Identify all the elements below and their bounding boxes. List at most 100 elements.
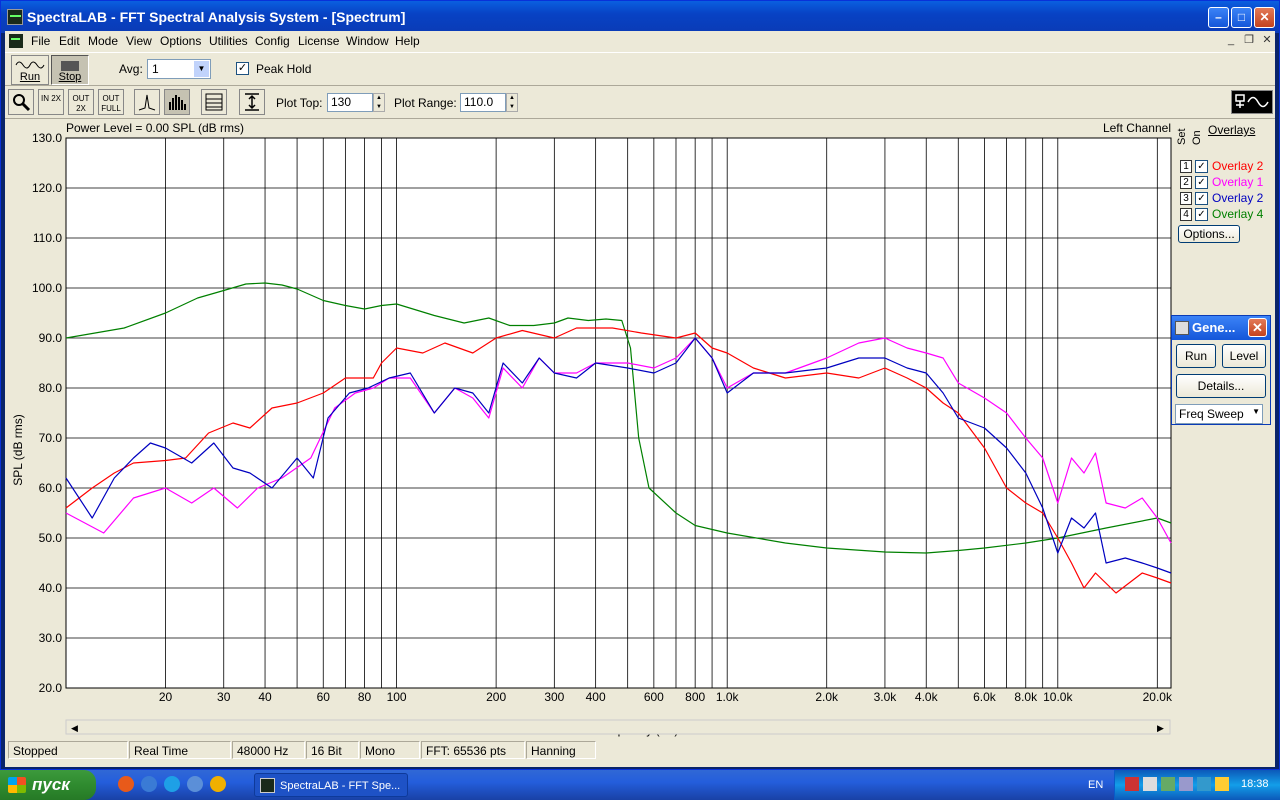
overlay-set-button[interactable]: 3 <box>1180 192 1192 205</box>
chevron-down-icon[interactable]: ▼ <box>1252 407 1260 416</box>
taskbar: пуск SpectraLAB - FFT Spe... EN 18:38 <box>0 770 1280 800</box>
mdi-restore-icon[interactable]: ❐ <box>1241 33 1257 48</box>
generator-toggle-button[interactable] <box>1231 90 1273 114</box>
menu-edit[interactable]: Edit <box>59 34 80 48</box>
overlay-on-checkbox[interactable]: ✓ <box>1195 192 1208 205</box>
menu-license[interactable]: License <box>298 34 339 48</box>
generator-level-button[interactable]: Level <box>1222 344 1266 368</box>
network-icon[interactable] <box>1161 777 1175 791</box>
zoom-out-button[interactable]: OUT 2X <box>68 89 94 115</box>
generator-details-button[interactable]: Details... <box>1176 374 1266 398</box>
channel-label: Left Channel <box>1103 121 1171 135</box>
power-level-readout: Power Level = 0.00 SPL (dB rms) <box>66 121 244 135</box>
chevron-down-icon[interactable]: ▼ <box>194 61 209 77</box>
status-bar: Stopped Real Time 48000 Hz 16 Bit Mono F… <box>5 739 1275 761</box>
zoom-in-button[interactable]: IN 2X <box>38 89 64 115</box>
scroll-right-icon[interactable]: ▶ <box>1157 723 1164 733</box>
vertical-scale-icon <box>245 93 259 111</box>
minimize-button[interactable]: – <box>1208 7 1229 28</box>
y-axis-title: SPL (dB rms) <box>11 414 25 486</box>
scroll-left-icon[interactable]: ◀ <box>71 723 78 733</box>
overlay-on-checkbox[interactable]: ✓ <box>1195 160 1208 173</box>
x-tick-label: 4.0k <box>915 690 939 704</box>
plot-range-spinner[interactable]: ▲ ▼ <box>506 93 518 112</box>
menu-utilities[interactable]: Utilities <box>209 34 248 48</box>
menu-file[interactable]: File <box>31 34 50 48</box>
maximize-button[interactable]: □ <box>1231 7 1252 28</box>
app-icon[interactable] <box>7 9 23 25</box>
taskbar-item-label: SpectraLAB - FFT Spe... <box>280 780 401 792</box>
menu-options[interactable]: Options <box>160 34 201 48</box>
close-icon[interactable]: ✕ <box>1248 318 1267 337</box>
zoom-tool-button[interactable] <box>8 89 34 115</box>
plot-toolbar: IN 2X OUT 2X OUT FULL Plot Top: 130 ▲ ▼ P… <box>5 87 1275 119</box>
auto-scale-button[interactable] <box>239 89 265 115</box>
sine-wave-icon <box>15 61 45 69</box>
internet-explorer-quicklaunch-icon[interactable] <box>164 776 180 792</box>
generator-window: Gene... ✕ Run Level Details... Freq Swee… <box>1171 315 1271 425</box>
volume-icon[interactable] <box>1143 777 1157 791</box>
generator-title-bar[interactable]: Gene... ✕ <box>1172 316 1270 340</box>
overlays-panel: Overlays Set On 1 ✓ Overlay 2 2 ✓ Overla… <box>1173 123 1273 243</box>
peak-hold-checkbox[interactable]: ✓ <box>236 62 249 75</box>
x-tick-label: 2.0k <box>815 690 839 704</box>
spectrum-plot-panel[interactable]: 20.0 30.0 40.0 50.0 60.0 70.0 80.0 90.0 100.0 110… <box>5 120 1275 750</box>
menu-help[interactable]: Help <box>395 34 420 48</box>
x-tick-label: 300 <box>544 690 564 704</box>
overlay-label: Overlay 1 <box>1212 175 1264 189</box>
tray-monitor-icon[interactable] <box>1197 777 1211 791</box>
x-tick-label: 800 <box>685 690 705 704</box>
avg-select[interactable]: 1 ▼ <box>147 59 211 79</box>
menu-window[interactable]: Window <box>346 34 389 48</box>
overlay-set-button[interactable]: 2 <box>1180 176 1192 189</box>
mdi-minimize-icon[interactable]: _ <box>1223 33 1239 48</box>
table-view-button[interactable] <box>201 89 227 115</box>
overlay-label: Overlay 2 <box>1212 159 1264 173</box>
y-tick-label: 40.0 <box>39 581 63 595</box>
tray-utility-icon[interactable] <box>1179 777 1193 791</box>
menu-view[interactable]: View <box>126 34 152 48</box>
generator-run-button[interactable]: Run <box>1176 344 1216 368</box>
line-graph-button[interactable] <box>134 89 160 115</box>
overlay-set-button[interactable]: 1 <box>1180 160 1192 173</box>
tray-security-icon[interactable] <box>1215 777 1229 791</box>
status-window-function: Hanning <box>526 741 596 759</box>
on-header: On <box>1191 130 1203 145</box>
x-tick-label: 200 <box>486 690 506 704</box>
menu-config[interactable]: Config <box>255 34 290 48</box>
plot-area[interactable] <box>65 137 1172 689</box>
desktop-quicklaunch-icon[interactable] <box>187 776 203 792</box>
zoom-in-label: IN 2X <box>40 94 61 103</box>
menu-mode[interactable]: Mode <box>88 34 118 48</box>
mdi-close-icon[interactable]: ✕ <box>1259 33 1275 48</box>
language-indicator[interactable]: EN <box>1088 779 1103 791</box>
y-tick-label: 90.0 <box>39 331 63 345</box>
media-player-quicklaunch-icon[interactable] <box>141 776 157 792</box>
stop-button[interactable]: Stop <box>51 55 89 85</box>
overlay-on-checkbox[interactable]: ✓ <box>1195 176 1208 189</box>
close-button[interactable]: ✕ <box>1254 7 1275 28</box>
run-button[interactable]: Run <box>11 55 49 85</box>
zoom-full-button[interactable]: OUT FULL <box>98 89 124 115</box>
document-icon[interactable] <box>9 34 23 48</box>
player-quicklaunch-icon[interactable] <box>210 776 226 792</box>
spectrum-chart[interactable]: 20.0 30.0 40.0 50.0 60.0 70.0 80.0 90.0 100.0 110… <box>5 120 1175 740</box>
taskbar-item-spectralab[interactable]: SpectraLAB - FFT Spe... <box>254 773 408 797</box>
plot-top-input[interactable]: 130 <box>327 93 373 112</box>
status-sample-rate: 48000 Hz <box>232 741 305 759</box>
title-bar[interactable]: SpectraLAB - FFT Spectral Analysis Syste… <box>1 1 1279 33</box>
generator-mode-select[interactable]: Freq Sweep ▼ <box>1175 404 1263 424</box>
overlay-set-button[interactable]: 4 <box>1180 208 1192 221</box>
plot-range-input[interactable]: 110.0 <box>460 93 506 112</box>
horizontal-scrollbar[interactable] <box>65 719 1171 735</box>
overlay-on-checkbox[interactable]: ✓ <box>1195 208 1208 221</box>
plot-top-label: Plot Top: <box>276 96 323 110</box>
browser-quicklaunch-icon[interactable] <box>118 776 134 792</box>
plot-top-spinner[interactable]: ▲ ▼ <box>373 93 385 112</box>
zoom-out-label: OUT 2X <box>72 94 90 113</box>
start-button[interactable]: пуск <box>0 770 96 800</box>
status-channels: Mono <box>360 741 420 759</box>
tray-app-icon[interactable] <box>1125 777 1139 791</box>
bar-graph-button[interactable] <box>164 89 190 115</box>
overlay-options-button[interactable]: Options... <box>1178 225 1240 243</box>
